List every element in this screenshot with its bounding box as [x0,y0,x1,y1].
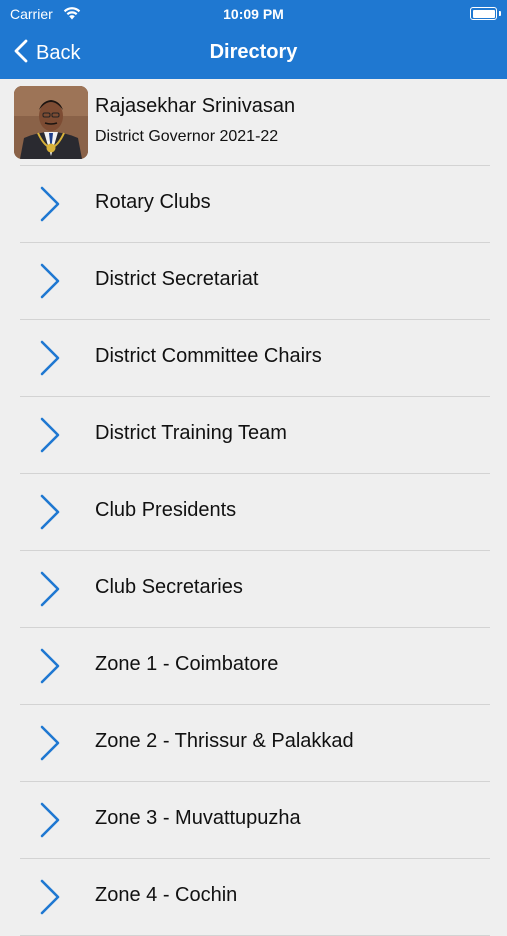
chevron-right-icon [38,339,62,382]
profile-name: Rajasekhar Srinivasan [95,95,296,117]
chevron-right-icon [38,493,62,536]
directory-item-label: Zone 1 - Coimbatore [95,653,279,675]
directory-list-item[interactable]: Zone 1 - Coimbatore [0,628,507,705]
directory-list-item[interactable]: District Training Team [0,397,507,474]
directory-item-label: Club Presidents [95,499,237,521]
directory-list-item[interactable]: Club Secretaries [0,551,507,628]
directory-item-label: Zone 3 - Muvattupuzha [95,807,301,829]
directory-item-label: Rotary Clubs [95,191,211,213]
directory-list-item[interactable]: District Committee Chairs [0,320,507,397]
directory-list-item[interactable]: Zone 3 - Muvattupuzha [0,782,507,859]
chevron-right-icon [38,801,62,844]
directory-item-label: Zone 4 - Cochin [95,884,238,906]
directory-item-label: District Secretariat [95,268,259,290]
status-time: 10:09 PM [223,6,284,22]
battery-tip [499,11,501,16]
directory-list-item[interactable]: Zone 4 - Cochin [0,859,507,936]
status-bar: Carrier 10:09 PM [0,0,507,28]
chevron-right-icon [38,724,62,767]
directory-list-item[interactable]: Rotary Clubs [0,166,507,243]
directory-item-label: Zone 2 - Thrissur & Palakkad [95,730,354,752]
chevron-right-icon [38,570,62,613]
directory-list-item[interactable]: Club Presidents [0,474,507,551]
chevron-right-icon [38,416,62,459]
profile-role: District Governor 2021-22 [95,128,279,145]
directory-item-label: District Committee Chairs [95,345,322,367]
chevron-right-icon [38,647,62,690]
navigation-header: Carrier 10:09 PM Back Directory [0,0,507,79]
directory-item-label: Club Secretaries [95,576,243,598]
directory-list: Rotary Clubs District Secretariat District… [0,166,507,936]
page-title: Directory [209,41,298,63]
chevron-right-icon [38,262,62,305]
profile-card: Rajasekhar Srinivasan District Governor … [0,79,507,165]
avatar [14,86,88,159]
battery-icon [470,7,497,20]
directory-list-item[interactable]: District Secretariat [0,243,507,320]
directory-list-item[interactable]: Zone 2 - Thrissur & Palakkad [0,705,507,782]
chevron-right-icon [38,185,62,228]
directory-item-label: District Training Team [95,422,287,444]
